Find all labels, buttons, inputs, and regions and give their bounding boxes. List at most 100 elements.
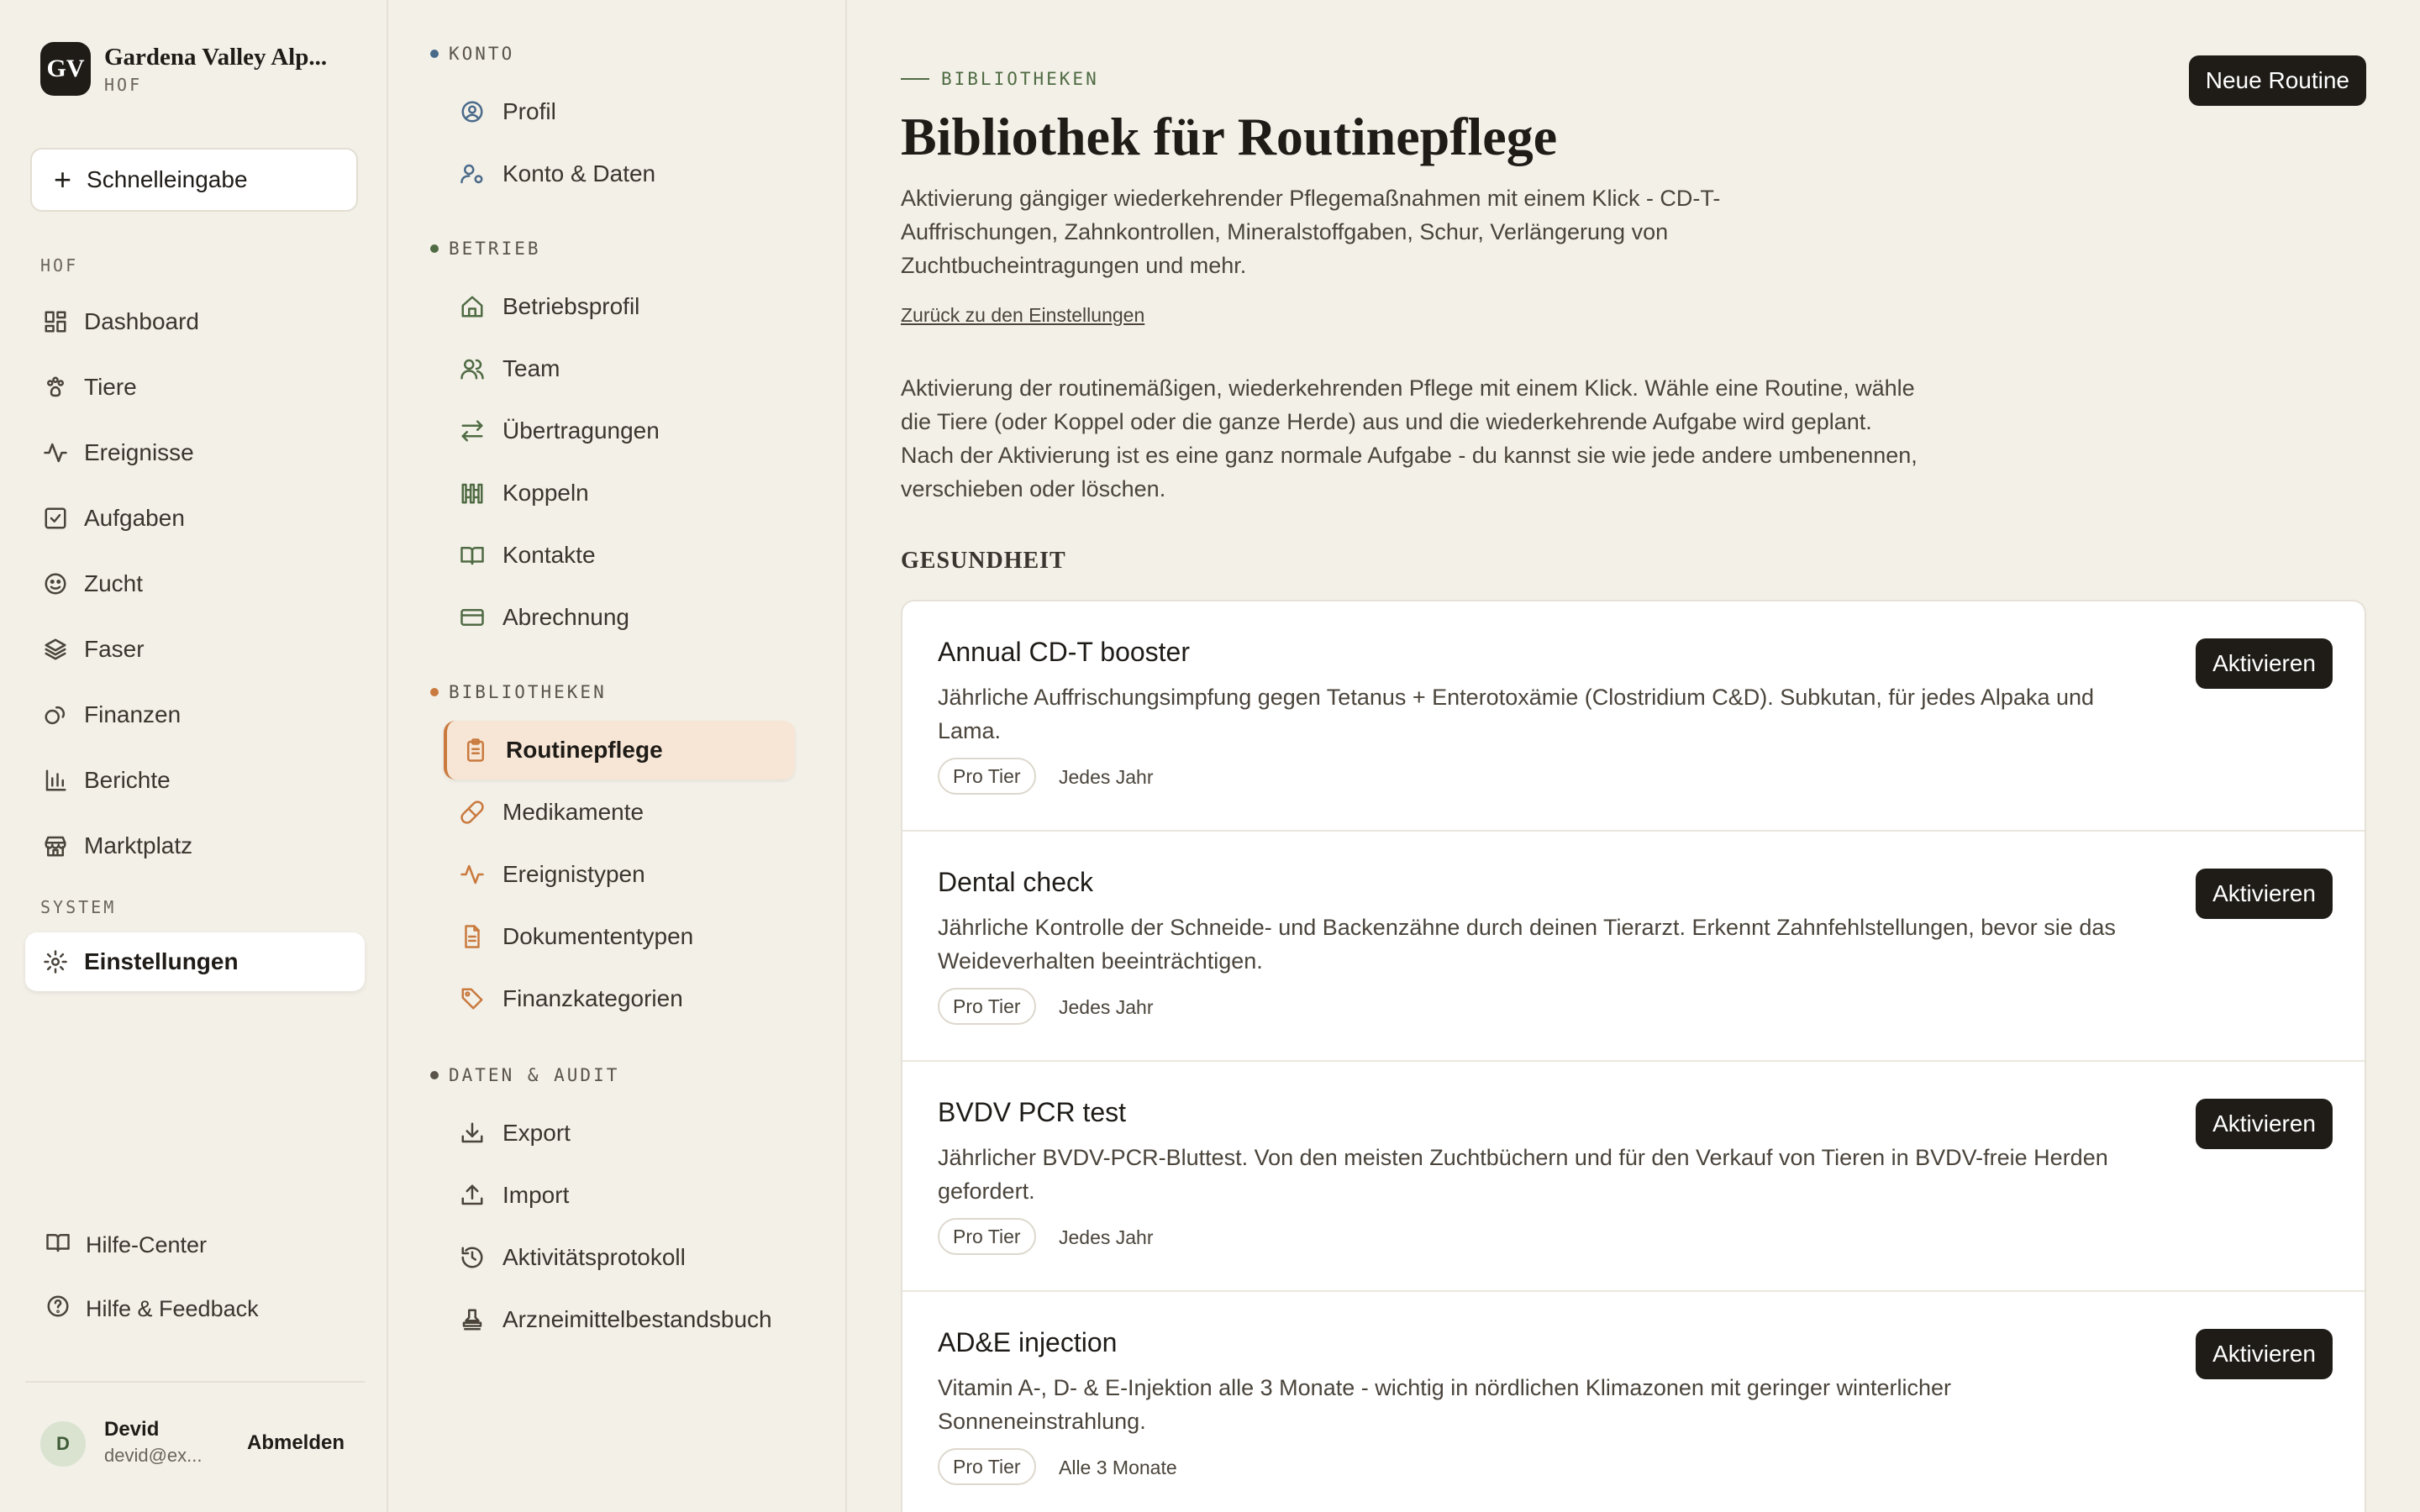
subnav-item-import[interactable]: Import — [444, 1166, 795, 1225]
frequency-label: Jedes Jahr — [1059, 766, 1154, 788]
subnav-item-dokumententypen[interactable]: Dokumententypen — [444, 907, 795, 966]
document-icon — [459, 923, 486, 950]
subnav-item-uebertragungen[interactable]: Übertragungen — [444, 402, 795, 460]
stamp-icon — [459, 1306, 486, 1333]
subnav-section-daten-audit: DATEN & AUDIT — [430, 1065, 619, 1085]
checkbox-icon — [42, 505, 69, 532]
page-title: Bibliothek für Routinepflege — [901, 107, 1558, 166]
back-to-settings-link[interactable]: Zurück zu den Einstellungen — [901, 304, 1144, 327]
help-center-link[interactable]: Hilfe-Center — [45, 1230, 207, 1261]
section-title: DATEN & AUDIT — [449, 1065, 620, 1085]
brand[interactable]: GV Gardena Valley Alp... HOF — [40, 42, 327, 96]
frequency-label: Alle 3 Monate — [1059, 1457, 1177, 1478]
subnav-label: Export — [502, 1120, 571, 1146]
nav-label: Aufgaben — [84, 505, 185, 531]
nav-item-faser[interactable]: Faser — [25, 620, 365, 679]
store-icon — [42, 832, 69, 859]
subnav-item-team[interactable]: Team — [444, 339, 795, 398]
subnav-label: Routinepflege — [506, 737, 663, 763]
help-circle-icon — [45, 1294, 71, 1325]
subnav-label: Medikamente — [502, 799, 644, 825]
subnav-item-ereignistypen[interactable]: Ereignistypen — [444, 845, 795, 904]
book-icon — [45, 1230, 71, 1261]
help-center-label: Hilfe-Center — [86, 1232, 208, 1257]
plus-icon: + — [54, 162, 72, 197]
routine-title: Annual CD-T booster — [938, 637, 1190, 667]
avatar: D — [40, 1421, 86, 1467]
nav-item-zucht[interactable]: Zucht — [25, 554, 365, 613]
gear-icon — [42, 948, 69, 975]
users-icon — [459, 355, 486, 382]
settings-subnav: KONTO Profil Konto & Daten BETRIEB Betri… — [390, 0, 847, 1512]
transfer-icon — [459, 417, 486, 444]
group-heading-gesundheit: GESUNDHEIT — [901, 548, 1066, 574]
routine-title: Dental check — [938, 867, 1093, 897]
subnav-item-koppeln[interactable]: Koppeln — [444, 464, 795, 522]
section-dot — [430, 688, 439, 696]
subnav-label: Abrechnung — [502, 604, 630, 630]
subnav-item-aktivitaetsprotokoll[interactable]: Aktivitätsprotokoll — [444, 1228, 795, 1287]
nav-item-tiere[interactable]: Tiere — [25, 358, 365, 417]
subnav-item-profil[interactable]: Profil — [444, 82, 795, 141]
activate-button[interactable]: Aktivieren — [2196, 1329, 2333, 1379]
subnav-item-medikamente[interactable]: Medikamente — [444, 783, 795, 842]
nav-item-ereignisse[interactable]: Ereignisse — [25, 423, 365, 482]
subnav-label: Arzneimittelbestandsbuch — [502, 1306, 772, 1332]
nav-item-einstellungen[interactable]: Einstellungen — [25, 932, 365, 991]
subnav-label: Ereignistypen — [502, 861, 645, 887]
nav-label: Finanzen — [84, 701, 182, 727]
subnav-label: Aktivitätsprotokoll — [502, 1244, 686, 1270]
subnav-item-export[interactable]: Export — [444, 1104, 795, 1163]
subnav-item-finanzkategorien[interactable]: Finanzkategorien — [444, 969, 795, 1028]
user-email: devid@ex... — [104, 1445, 203, 1466]
quick-entry-button[interactable]: + Schnelleingabe — [30, 148, 358, 212]
section-label-system: SYSTEM — [40, 897, 117, 917]
user-name: Devid — [104, 1418, 160, 1441]
contact-book-icon — [459, 542, 486, 569]
nav-item-berichte[interactable]: Berichte — [25, 751, 365, 810]
nav-item-marktplatz[interactable]: Marktplatz — [25, 816, 365, 875]
download-icon — [459, 1120, 486, 1147]
nav-label: Einstellungen — [84, 948, 239, 974]
user-panel: D Devid devid@ex... Abmelden — [25, 1381, 365, 1504]
subnav-label: Profil — [502, 98, 556, 124]
subnav-item-routinepflege[interactable]: Routinepflege — [444, 721, 795, 780]
breeding-icon — [42, 570, 69, 597]
history-icon — [459, 1244, 486, 1271]
section-dot — [430, 1071, 439, 1079]
scope-badge: Pro Tier — [938, 1448, 1036, 1485]
nav-label: Zucht — [84, 570, 144, 596]
subnav-item-abrechnung[interactable]: Abrechnung — [444, 588, 795, 647]
nav-item-finanzen[interactable]: Finanzen — [25, 685, 365, 744]
subnav-item-betriebsprofil[interactable]: Betriebsprofil — [444, 277, 795, 336]
frequency-label: Jedes Jahr — [1059, 996, 1154, 1018]
scope-badge: Pro Tier — [938, 758, 1036, 795]
subnav-label: Finanzkategorien — [502, 985, 683, 1011]
activity-icon — [42, 439, 69, 466]
primary-sidebar: GV Gardena Valley Alp... HOF + Schnellei… — [0, 0, 388, 1512]
page-intro: Aktivierung gängiger wiederkehrender Pfl… — [901, 186, 1721, 278]
nav-label: Tiere — [84, 374, 137, 400]
nav-item-aufgaben[interactable]: Aufgaben — [25, 489, 365, 548]
nav-label: Marktplatz — [84, 832, 193, 858]
help-feedback-link[interactable]: Hilfe & Feedback — [45, 1294, 259, 1325]
clipboard-icon — [462, 737, 489, 764]
pill-icon — [459, 799, 486, 826]
logout-button[interactable]: Abmelden — [247, 1431, 345, 1455]
routine-card: Dental check Jährliche Kontrolle der Sch… — [902, 832, 2365, 1062]
activate-button[interactable]: Aktivieren — [2196, 869, 2333, 919]
routine-title: AD&E injection — [938, 1327, 1118, 1357]
subnav-item-arzneimittelbestandsbuch[interactable]: Arzneimittelbestandsbuch — [444, 1290, 795, 1349]
activity-icon — [459, 861, 486, 888]
new-routine-button[interactable]: Neue Routine — [2188, 55, 2366, 106]
activate-button[interactable]: Aktivieren — [2196, 638, 2333, 689]
subnav-item-kontakte[interactable]: Kontakte — [444, 526, 795, 585]
activate-button[interactable]: Aktivieren — [2196, 1099, 2333, 1149]
nav-item-dashboard[interactable]: Dashboard — [25, 292, 365, 351]
subnav-item-konto-daten[interactable]: Konto & Daten — [444, 144, 795, 203]
layers-icon — [42, 636, 69, 663]
breadcrumb: BIBLIOTHEKEN — [901, 69, 1099, 89]
section-title: BIBLIOTHEKEN — [449, 682, 607, 702]
subnav-section-konto: KONTO — [430, 44, 514, 64]
routine-card: AD&E injection Vitamin A-, D- & E-Injekt… — [902, 1292, 2365, 1512]
